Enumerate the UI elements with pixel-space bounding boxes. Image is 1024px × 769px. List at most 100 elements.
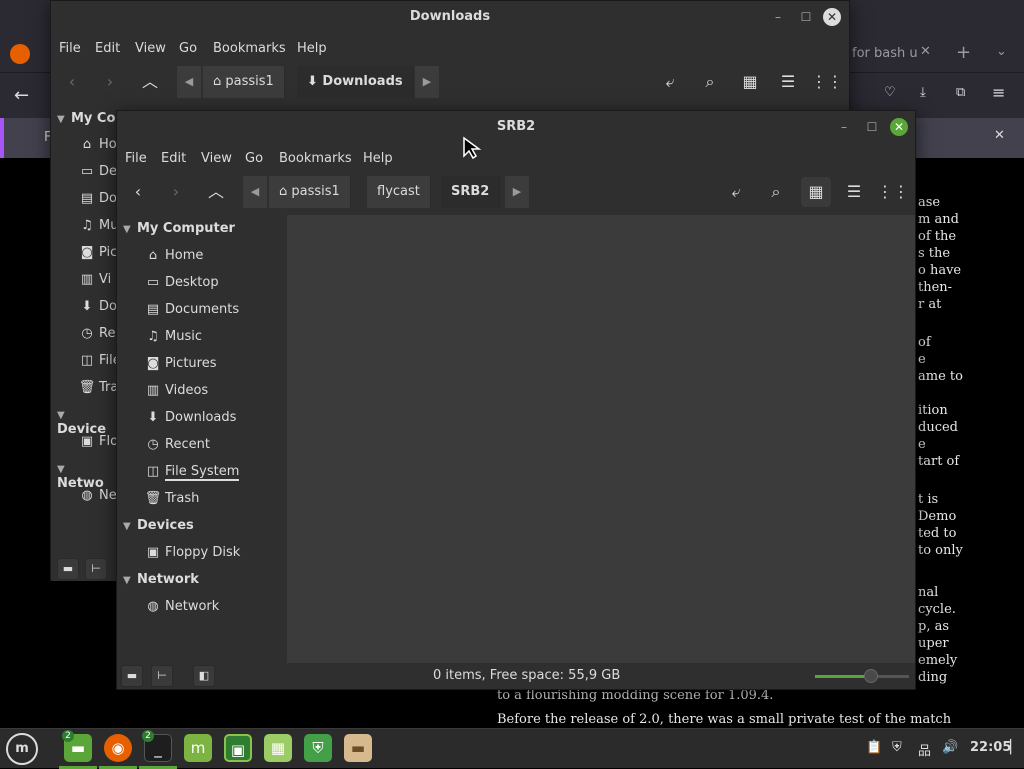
browser-tab-label[interactable]: for bash u xyxy=(852,46,918,61)
up-icon[interactable]: ︿ xyxy=(135,67,165,97)
download-icon[interactable]: ⤓ xyxy=(920,85,926,100)
pocket-icon[interactable]: ♡ xyxy=(884,85,896,100)
sidebar-item-home[interactable]: ⌂ Ho xyxy=(77,137,117,152)
menu-bookmarks[interactable]: Bookmarks xyxy=(213,41,286,56)
mint-menu-icon[interactable]: m xyxy=(6,733,38,765)
network-icon[interactable]: 品 xyxy=(918,740,931,759)
compact-view-icon[interactable]: ⋮⋮ xyxy=(877,177,909,207)
close-tab-icon[interactable]: ✕ xyxy=(920,44,931,59)
search-icon[interactable]: ⌕ xyxy=(761,177,791,207)
icon-view-icon[interactable]: ▦ xyxy=(735,67,765,97)
sidebar-item-videos[interactable]: ▥ Videos xyxy=(143,383,208,398)
crumb-flycast[interactable]: flycast xyxy=(367,176,431,208)
file-view[interactable] xyxy=(287,215,915,663)
firefox-icon[interactable] xyxy=(10,44,30,64)
menu-edit[interactable]: Edit xyxy=(95,41,120,56)
sidebar-item-documents[interactable]: ▤ Do xyxy=(77,191,117,206)
back-icon[interactable]: ‹ xyxy=(57,67,87,97)
sidebar-item-filesystem[interactable]: ◫ File System xyxy=(143,464,240,481)
show-tree-icon[interactable]: ⊢ xyxy=(85,558,107,580)
tab-list-icon[interactable]: ⌄ xyxy=(996,44,1007,59)
mintinstall-app-icon[interactable]: m xyxy=(184,734,212,762)
menu-go[interactable]: Go xyxy=(179,41,197,56)
crumb-left-icon[interactable]: ◀ xyxy=(243,176,267,208)
update-shield-icon[interactable]: ⛨ xyxy=(892,740,902,755)
sidebar-item-filesystem[interactable]: ◫ File xyxy=(77,353,121,368)
sidebar-item-documents[interactable]: ▤ Documents xyxy=(143,302,239,317)
system-monitor-app-icon[interactable]: ▣ xyxy=(224,734,252,762)
sidebar-heading-computer[interactable]: ▼ My Computer xyxy=(123,221,235,236)
close-icon[interactable]: ✕ xyxy=(823,8,841,26)
zoom-slider-handle[interactable] xyxy=(864,669,879,683)
sidebar-item-home[interactable]: ⌂ Home xyxy=(143,248,204,263)
menu-icon[interactable]: ≡ xyxy=(992,83,1005,102)
menu-help[interactable]: Help xyxy=(363,151,393,166)
volume-icon[interactable]: 🔊 xyxy=(942,740,958,755)
toggle-sidebar-icon[interactable]: ◧ xyxy=(193,665,215,687)
crumb-left-icon[interactable]: ◀ xyxy=(177,66,201,98)
maximize-icon[interactable]: ☐ xyxy=(797,8,815,26)
zoom-slider[interactable] xyxy=(815,669,909,683)
compact-view-icon[interactable]: ⋮⋮ xyxy=(811,67,843,97)
sidebar-item-network[interactable]: ◍ Network xyxy=(143,599,219,614)
menu-help[interactable]: Help xyxy=(297,41,327,56)
up-icon[interactable]: ︿ xyxy=(201,177,231,207)
clipboard-icon[interactable]: 📋 xyxy=(866,740,882,755)
sidebar-item-floppy[interactable]: ▣ Flo xyxy=(77,434,118,449)
sidebar-item-music[interactable]: ♫ Mu xyxy=(77,218,118,233)
sidebar-item-desktop[interactable]: ▭ Desktop xyxy=(143,275,219,290)
sidebar-item-trash[interactable]: 🗑 Trash xyxy=(143,491,200,506)
notifications-icon[interactable]: ▏ xyxy=(1010,740,1020,755)
sidebar-item-pictures[interactable]: ◙ Pictures xyxy=(143,356,217,371)
crumb-srb2[interactable]: SRB2 xyxy=(441,176,501,208)
firefox-app-icon[interactable]: ◉ xyxy=(104,734,132,762)
menu-file[interactable]: File xyxy=(125,151,147,166)
sidebar-item-recent[interactable]: ◷ Recent xyxy=(143,437,210,452)
show-places-icon[interactable]: ▬ xyxy=(121,665,143,687)
menu-view[interactable]: View xyxy=(135,41,166,56)
sidebar-item-network[interactable]: ◍ Ne xyxy=(77,488,116,503)
sidebar-item-downloads[interactable]: ⬇ Do xyxy=(77,299,117,314)
crumb-home[interactable]: ⌂ passis1 xyxy=(269,176,351,208)
menu-go[interactable]: Go xyxy=(245,151,263,166)
back-icon[interactable]: ‹ xyxy=(123,177,153,207)
new-tab-icon[interactable]: + xyxy=(956,42,971,63)
minimize-icon[interactable]: – xyxy=(769,8,787,26)
menu-file[interactable]: File xyxy=(59,41,81,56)
toggle-location-icon[interactable]: ⤶ xyxy=(655,67,685,97)
crumb-right-icon[interactable]: ▶ xyxy=(505,176,529,208)
icon-view-icon[interactable]: ▦ xyxy=(801,177,831,207)
sidebar-heading-devices[interactable]: ▼Device xyxy=(57,407,117,437)
back-icon[interactable]: ← xyxy=(14,85,29,106)
sidebar-item-floppy[interactable]: ▣ Floppy Disk xyxy=(143,545,240,560)
sidebar-item-music[interactable]: ♫ Music xyxy=(143,329,202,344)
shield-app-icon[interactable]: ⛨ xyxy=(304,734,332,762)
spreadsheet-app-icon[interactable]: ▦ xyxy=(264,734,292,762)
extensions-icon[interactable]: ⧉ xyxy=(956,85,965,100)
forward-icon[interactable]: › xyxy=(161,177,191,207)
list-view-icon[interactable]: ☰ xyxy=(773,67,803,97)
sidebar-item-trash[interactable]: 🗑 Tra xyxy=(77,380,119,395)
forward-icon[interactable]: › xyxy=(95,67,125,97)
maximize-icon[interactable]: ☐ xyxy=(863,118,881,136)
toggle-location-icon[interactable]: ⤶ xyxy=(721,177,751,207)
close-icon[interactable]: ✕ xyxy=(890,118,908,136)
clock[interactable]: 22:05 xyxy=(970,740,1011,755)
crumb-downloads[interactable]: ⬇ Downloads xyxy=(297,66,414,98)
menu-bookmarks[interactable]: Bookmarks xyxy=(279,151,352,166)
minimize-icon[interactable]: – xyxy=(835,118,853,136)
menu-edit[interactable]: Edit xyxy=(161,151,186,166)
archive-app-icon[interactable]: ▬ xyxy=(344,734,372,762)
sidebar-item-videos[interactable]: ▥ Vi xyxy=(77,272,111,287)
sidebar-item-pictures[interactable]: ◙ Pic xyxy=(77,245,118,260)
sidebar-heading-devices[interactable]: ▼ Devices xyxy=(123,518,194,533)
menu-view[interactable]: View xyxy=(201,151,232,166)
list-view-icon[interactable]: ☰ xyxy=(839,177,869,207)
crumb-home[interactable]: ⌂ passis1 xyxy=(203,66,285,98)
sidebar-heading-network[interactable]: ▼ Network xyxy=(123,572,199,587)
sidebar-item-recent[interactable]: ◷ Re xyxy=(77,326,115,341)
notification-close-icon[interactable]: ✕ xyxy=(994,128,1005,143)
search-icon[interactable]: ⌕ xyxy=(695,67,725,97)
sidebar-item-desktop[interactable]: ▭ De xyxy=(77,164,117,179)
show-places-icon[interactable]: ▬ xyxy=(57,558,79,580)
